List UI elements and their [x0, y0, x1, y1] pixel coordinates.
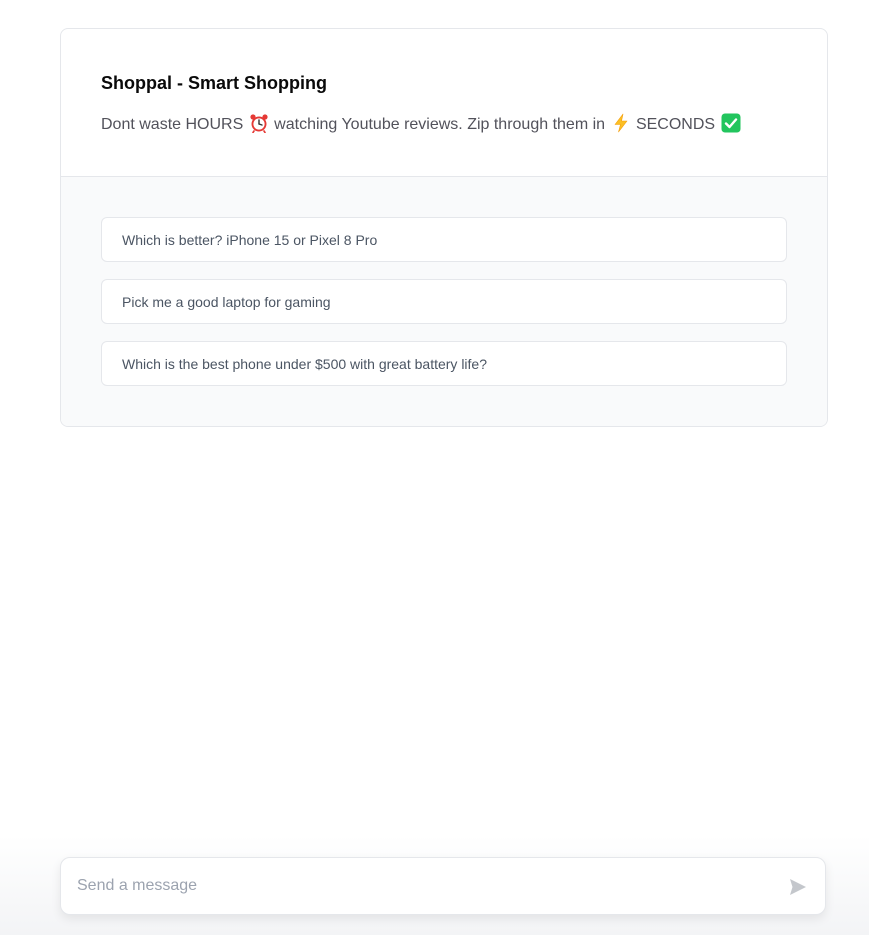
send-icon: [790, 879, 806, 895]
page-title: Shoppal - Smart Shopping: [101, 73, 327, 93]
welcome-subtitle: Dont waste HOURS watching Youtube review…: [101, 113, 787, 137]
subtitle-part-2: watching Youtube reviews. Zip through th…: [274, 116, 606, 133]
welcome-header: Shoppal - Smart Shopping Dont waste HOUR…: [61, 29, 827, 177]
example-prompts: Which is better? iPhone 15 or Pixel 8 Pr…: [61, 177, 827, 426]
check-mark-icon: [721, 113, 741, 133]
alarm-clock-icon: [250, 114, 268, 133]
subtitle-part-3: SECONDS: [635, 116, 716, 133]
subtitle-part-1: Dont waste HOURS: [101, 116, 244, 133]
example-prompt-button[interactable]: Pick me a good laptop for gaming: [101, 279, 787, 324]
welcome-card: Shoppal - Smart Shopping Dont waste HOUR…: [60, 28, 828, 427]
example-prompt-button[interactable]: Which is better? iPhone 15 or Pixel 8 Pr…: [101, 217, 787, 262]
lightning-icon: [614, 113, 627, 133]
send-button[interactable]: [787, 876, 809, 898]
message-input[interactable]: [77, 858, 757, 914]
message-composer: [60, 857, 826, 915]
chat-app: Shoppal - Smart Shopping Dont waste HOUR…: [0, 0, 869, 935]
example-prompt-button[interactable]: Which is the best phone under $500 with …: [101, 341, 787, 386]
